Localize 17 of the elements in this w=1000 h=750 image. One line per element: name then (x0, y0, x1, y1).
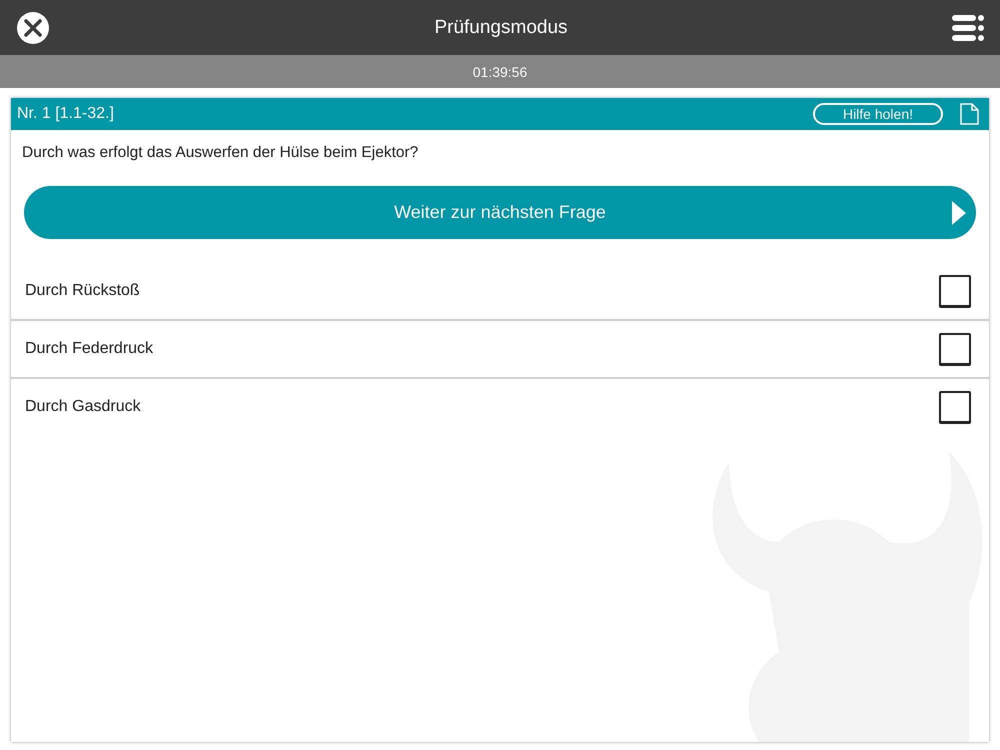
menu-icon[interactable] (952, 14, 984, 40)
screen-title: Prüfungsmodus (434, 16, 568, 38)
answer-label: Durch Gasdruck (25, 398, 141, 416)
document-icon[interactable] (959, 103, 979, 125)
answer-label: Durch Federdruck (25, 340, 154, 358)
answer-option[interactable]: Durch Gasdruck (11, 379, 989, 435)
answer-label: Durch Rückstoß (25, 282, 140, 300)
question-text: Durch was erfolgt das Auswerfen der Hülse beim Ejektor? (22, 144, 420, 162)
question-number: Nr. 1 [1.1-32.] (17, 105, 115, 123)
answer-option[interactable]: Durch Rückstoß (11, 263, 989, 321)
answer-checkbox[interactable] (939, 274, 971, 308)
answer-checkbox[interactable] (939, 332, 971, 366)
timer: 01:39:56 (472, 64, 528, 80)
arrow-right-icon (952, 201, 966, 225)
answer-checkbox[interactable] (939, 390, 971, 424)
close-icon[interactable] (16, 10, 50, 44)
answer-option[interactable]: Durch Federdruck (11, 321, 989, 379)
